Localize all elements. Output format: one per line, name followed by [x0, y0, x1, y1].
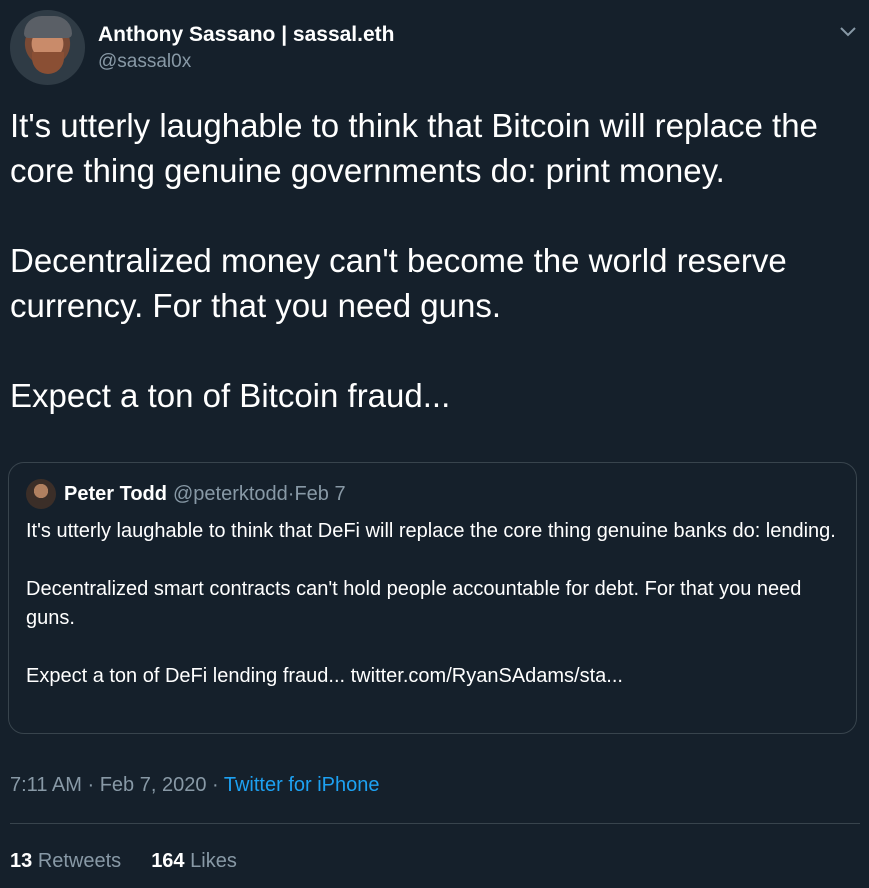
author-handle[interactable]: @sassal0x	[98, 50, 394, 74]
divider	[10, 823, 860, 824]
retweets-count: 13	[10, 850, 33, 872]
tweet-header: Anthony Sassano | sassal.eth @sassal0x	[10, 10, 394, 85]
tweet-text: It's utterly laughable to think that Bit…	[10, 103, 850, 418]
quoted-separator: ·	[287, 482, 295, 505]
quoted-author-avatar	[26, 479, 56, 509]
tweet-meta: 7:11 AM · Feb 7, 2020 · Twitter for iPho…	[10, 774, 379, 797]
meta-separator: ·	[206, 774, 224, 796]
tweet-source-link[interactable]: Twitter for iPhone	[224, 774, 380, 796]
likes-label: Likes	[190, 850, 237, 872]
quoted-author-name: Peter Todd	[64, 482, 167, 505]
retweets-label: Retweets	[37, 850, 122, 872]
meta-separator: ·	[81, 774, 100, 796]
quoted-tweet-card[interactable]: Peter Todd @peterktodd · Feb 7 It's utte…	[8, 462, 857, 734]
quoted-date: Feb 7	[294, 482, 346, 505]
tweet-paragraph: Decentralized money can't become the wor…	[10, 242, 787, 324]
tweet-time[interactable]: 7:11 AM	[10, 774, 82, 796]
chevron-down-icon[interactable]	[837, 20, 859, 42]
quoted-author-handle: @peterktodd	[172, 482, 288, 505]
quoted-paragraph: It's utterly laughable to think that DeF…	[26, 520, 836, 542]
quoted-tweet-header: Peter Todd @peterktodd · Feb 7	[26, 479, 346, 509]
likes-stat[interactable]: 164 Likes	[151, 850, 237, 873]
tweet-paragraph: It's utterly laughable to think that Bit…	[10, 107, 818, 189]
author-display-name[interactable]: Anthony Sassano | sassal.eth	[98, 22, 394, 48]
tweet-date[interactable]: Feb 7, 2020	[100, 774, 207, 796]
likes-count: 164	[151, 850, 185, 872]
tweet-paragraph: Expect a ton of Bitcoin fraud...	[10, 377, 451, 414]
author-avatar[interactable]	[10, 10, 85, 85]
tweet-stats: 13 Retweets 164 Likes	[10, 850, 237, 873]
retweets-stat[interactable]: 13 Retweets	[10, 850, 121, 873]
quoted-paragraph: Decentralized smart contracts can't hold…	[26, 578, 802, 629]
author-names: Anthony Sassano | sassal.eth @sassal0x	[98, 22, 394, 74]
quoted-paragraph: Expect a ton of DeFi lending fraud... tw…	[26, 665, 623, 687]
quoted-tweet-text: It's utterly laughable to think that DeF…	[26, 517, 846, 691]
